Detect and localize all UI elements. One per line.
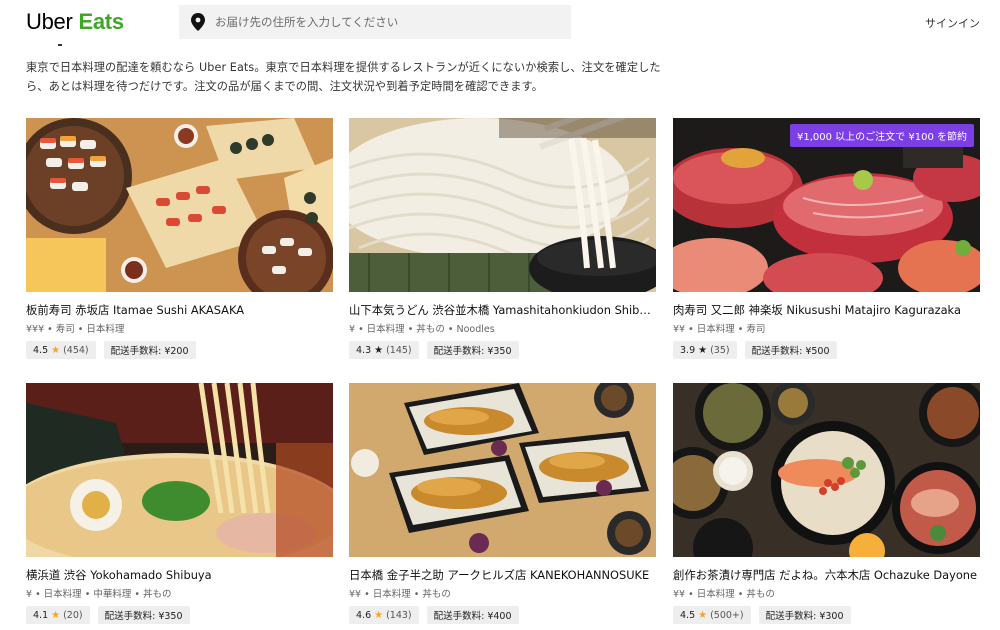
restaurant-categories: ¥¥ • 日本料理 • 丼もの [673, 589, 775, 600]
restaurant-name[interactable]: 横浜道 渋谷 Yokohamado Shibuya [26, 567, 333, 583]
logo-uber: Uber [26, 9, 73, 34]
delivery-fee-badge: 配送手数料: ¥500 [744, 341, 837, 359]
delivery-fee-badge: 配送手数料: ¥350 [426, 341, 519, 359]
rating-badge: 4.6 ★ (143) [349, 606, 419, 624]
star-icon: ★ [51, 344, 61, 356]
restaurant-photo[interactable] [349, 383, 656, 557]
rating-badge: 4.1 ★ (20) [26, 606, 90, 624]
delivery-fee-badge: 配送手数料: ¥400 [426, 606, 519, 624]
search-placeholder: お届け先の住所を入力してください [215, 15, 399, 29]
restaurant-name[interactable]: 日本橋 金子半之助 アークヒルズ店 KANEKOHANNOSUKE [349, 567, 656, 583]
restaurant-photo[interactable] [26, 118, 333, 292]
restaurant-categories: ¥ • 日本料理 • 丼もの • Noodles [349, 324, 495, 335]
delivery-fee-badge: 配送手数料: ¥300 [758, 606, 851, 624]
rating-value: 4.6 [356, 609, 372, 621]
signin-link[interactable]: サインイン [925, 15, 980, 31]
review-count: (454) [63, 344, 89, 356]
review-count: (143) [386, 609, 412, 621]
top-header: Uber Eats お届け先の住所を入力してください サインイン [0, 0, 1000, 46]
intro-paragraph: 東京で日本料理の配達を頼むなら Uber Eats。東京で日本料理を提供するレス… [26, 61, 661, 93]
review-count: (35) [710, 344, 730, 356]
logo-eats: Eats [78, 9, 125, 34]
review-count: (20) [63, 609, 83, 621]
restaurant-name[interactable]: 肉寿司 又二郎 神楽坂 Nikusushi Matajiro Kagurazak… [673, 302, 980, 318]
intro-dash [58, 44, 62, 46]
rating-value: 4.3 [356, 344, 372, 356]
star-icon: ★ [698, 344, 708, 356]
restaurant-photo[interactable] [26, 383, 333, 557]
restaurant-card[interactable]: 山下本気うどん 渋谷並木橋 Yamashitahonkiudon Shibu..… [349, 118, 656, 359]
restaurant-photo[interactable] [349, 118, 656, 292]
delivery-fee-badge: 配送手数料: ¥350 [97, 606, 190, 624]
review-count: (500+) [710, 609, 744, 621]
rating-badge: 4.5 ★ (500+) [673, 606, 751, 624]
restaurant-categories: ¥ • 日本料理 • 中華料理 • 丼もの [26, 589, 172, 600]
restaurant-card[interactable]: 創作お茶漬け専門店 だよね。六本木店 Ochazuke Dayone ¥¥ • … [673, 383, 980, 624]
star-icon: ★ [374, 609, 384, 621]
rating-badge: 4.5 ★ (454) [26, 341, 96, 359]
star-icon: ★ [374, 344, 384, 356]
location-pin-icon [191, 13, 205, 31]
promo-badge: ¥1,000 以上のご注文で ¥100 を節約 [790, 124, 974, 147]
rating-value: 4.5 [33, 344, 49, 356]
rating-value: 4.1 [33, 609, 49, 621]
star-icon: ★ [51, 609, 61, 621]
restaurant-card[interactable]: ¥1,000 以上のご注文で ¥100 を節約 肉寿司 又二郎 神楽坂 Niku… [673, 118, 980, 359]
restaurant-categories: ¥¥¥ • 寿司 • 日本料理 [26, 324, 125, 335]
rating-badge: 4.3 ★ (145) [349, 341, 419, 359]
rating-value: 3.9 [680, 344, 696, 356]
restaurant-photo[interactable]: ¥1,000 以上のご注文で ¥100 を節約 [673, 118, 980, 292]
review-count: (145) [386, 344, 412, 356]
star-icon: ★ [698, 609, 708, 621]
restaurant-name[interactable]: 山下本気うどん 渋谷並木橋 Yamashitahonkiudon Shibu..… [349, 302, 656, 318]
rating-value: 4.5 [680, 609, 696, 621]
restaurant-categories: ¥¥ • 日本料理 • 寿司 [673, 324, 766, 335]
restaurant-card[interactable]: 横浜道 渋谷 Yokohamado Shibuya ¥ • 日本料理 • 中華料… [26, 383, 333, 624]
delivery-fee-badge: 配送手数料: ¥200 [103, 341, 196, 359]
restaurant-photo[interactable] [673, 383, 980, 557]
address-search-input[interactable]: お届け先の住所を入力してください [179, 5, 571, 39]
restaurant-card[interactable]: 板前寿司 赤坂店 Itamae Sushi AKASAKA ¥¥¥ • 寿司 •… [26, 118, 333, 359]
restaurant-name[interactable]: 創作お茶漬け専門店 だよね。六本木店 Ochazuke Dayone [673, 567, 980, 583]
restaurant-card[interactable]: 日本橋 金子半之助 アークヒルズ店 KANEKOHANNOSUKE ¥¥ • 日… [349, 383, 656, 624]
restaurant-categories: ¥¥ • 日本料理 • 丼もの [349, 589, 451, 600]
rating-badge: 3.9 ★ (35) [673, 341, 737, 359]
uber-eats-logo[interactable]: Uber Eats [26, 9, 124, 35]
restaurant-name[interactable]: 板前寿司 赤坂店 Itamae Sushi AKASAKA [26, 302, 333, 318]
